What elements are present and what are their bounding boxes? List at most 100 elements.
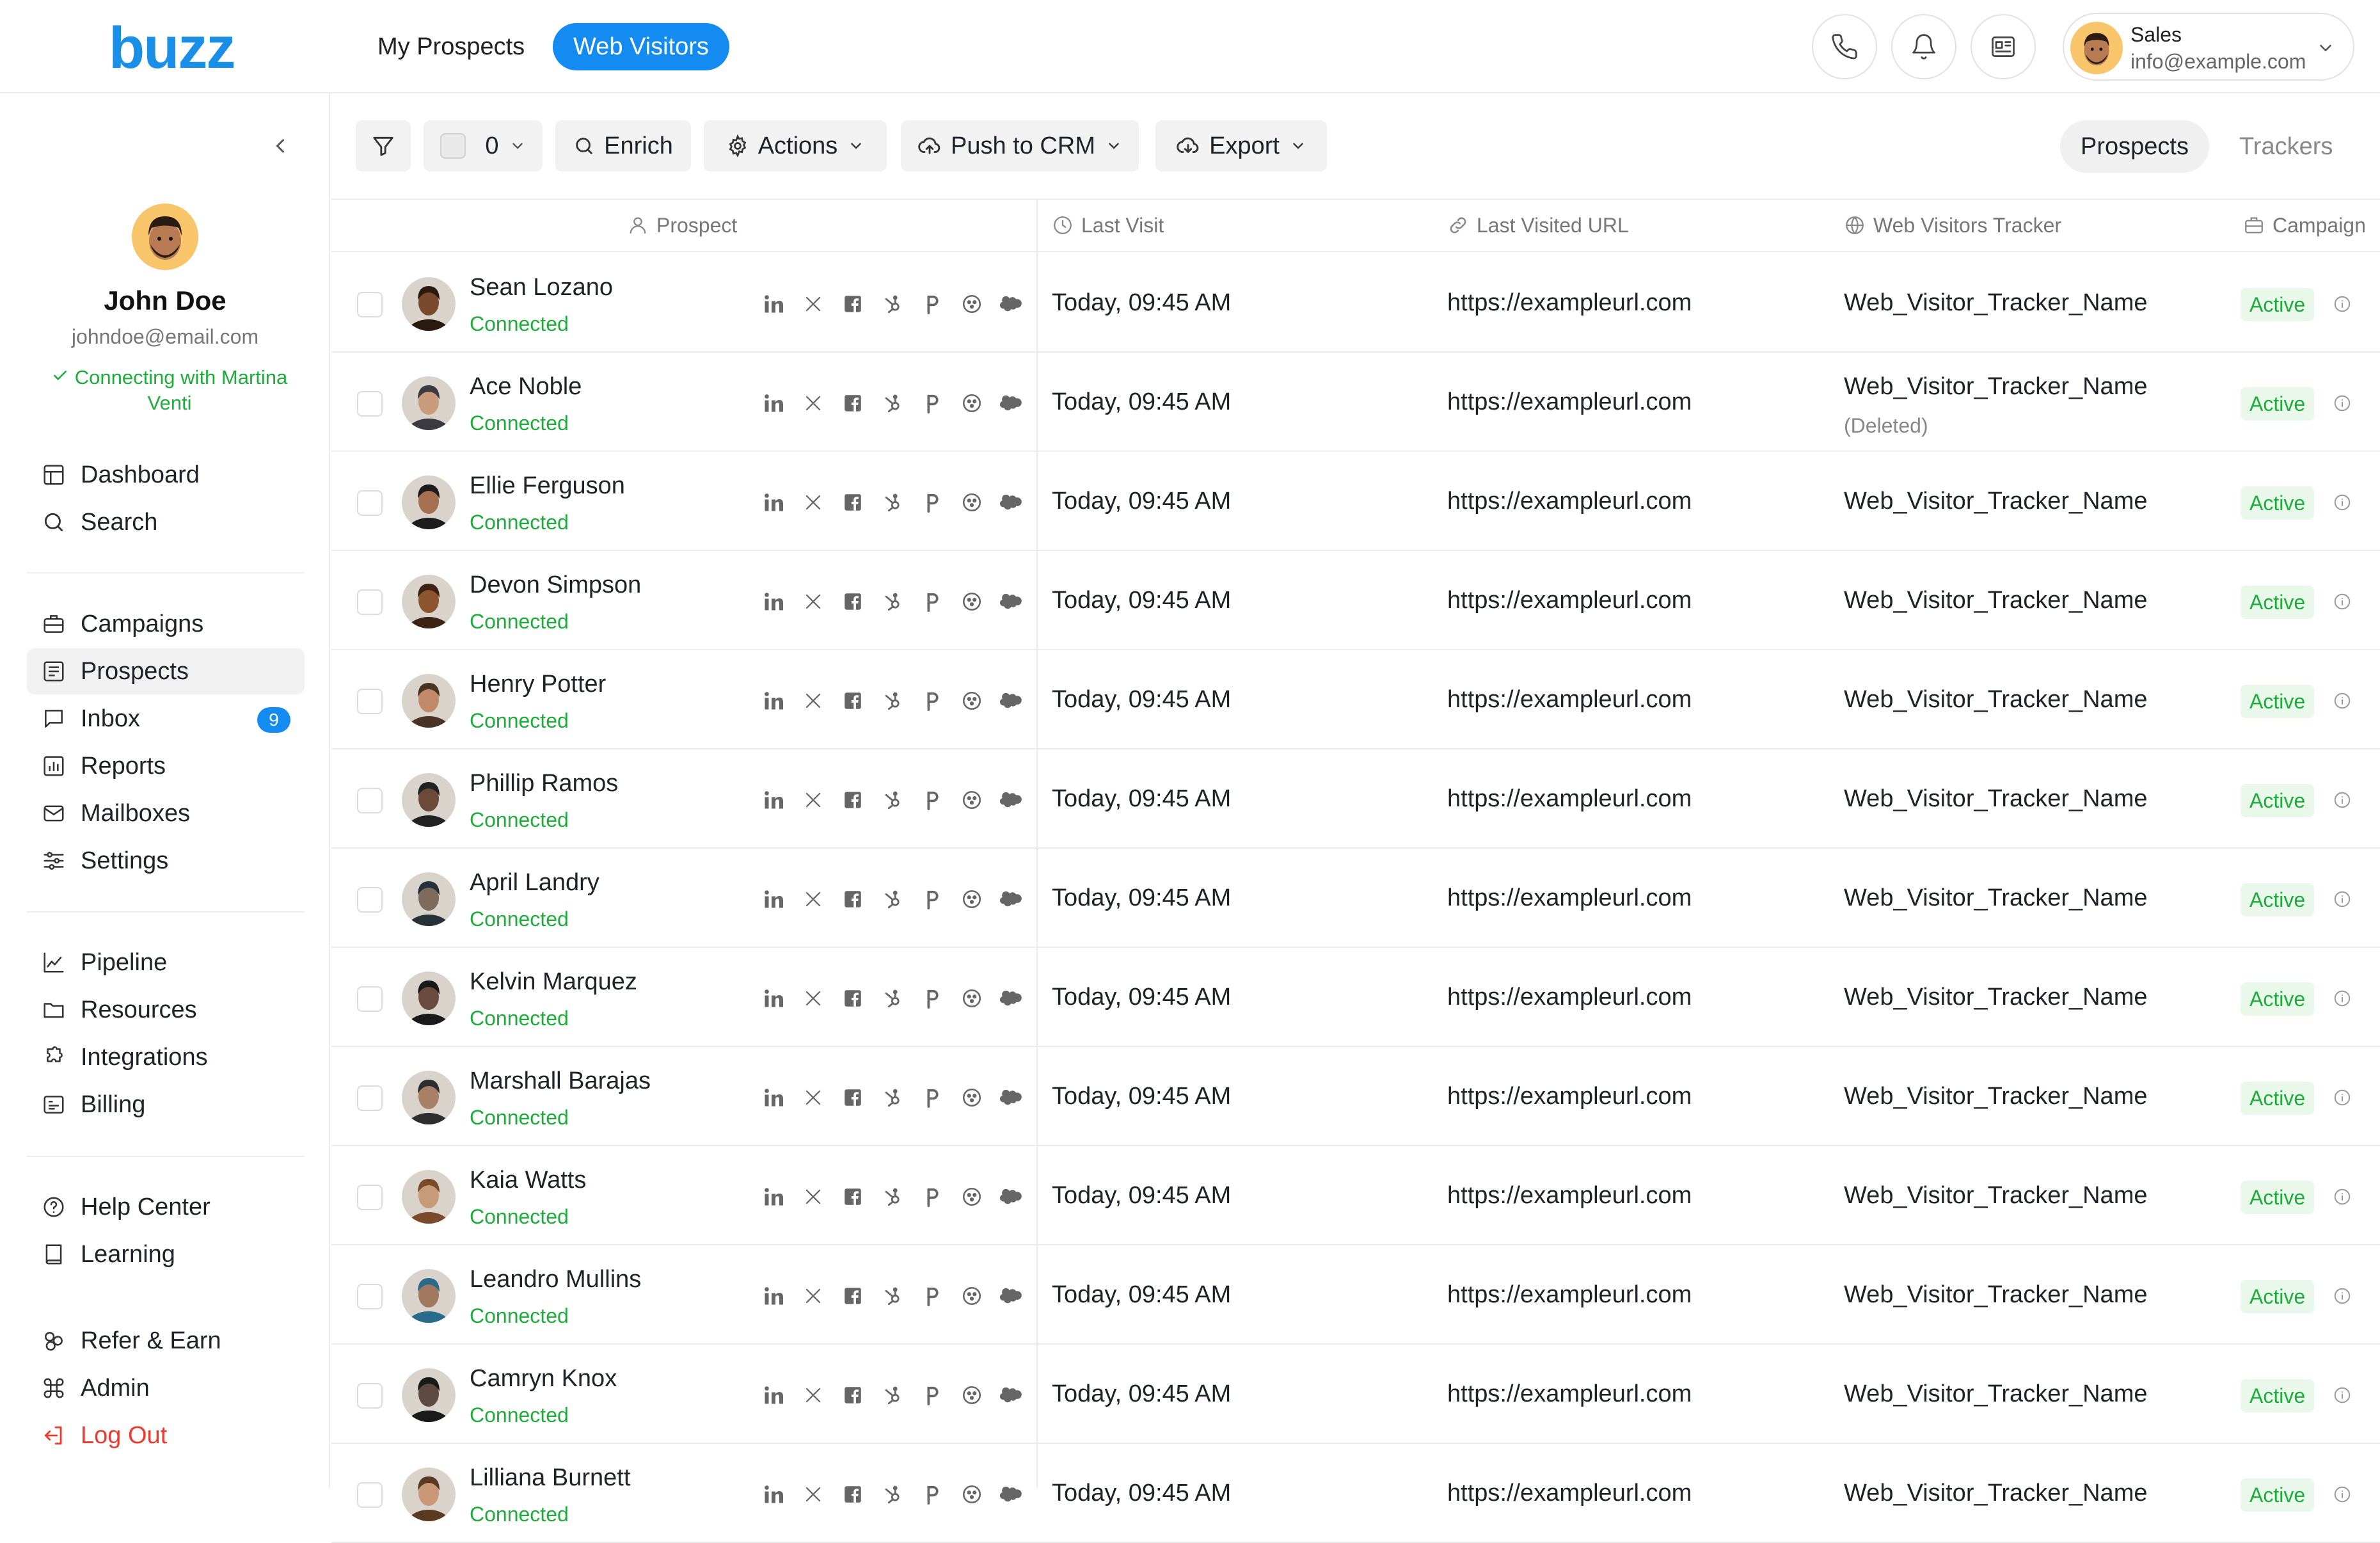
row-checkbox[interactable] [357, 1185, 383, 1210]
enrich-button[interactable]: Enrich [555, 120, 691, 172]
campaign-status-badge[interactable]: Active [2241, 1379, 2315, 1412]
sidebar-item-admin[interactable]: Admin [27, 1365, 305, 1411]
salesforce-icon[interactable] [998, 687, 1025, 714]
crm-icon[interactable] [958, 489, 985, 516]
pipedrive-icon[interactable] [919, 489, 946, 516]
pipedrive-icon[interactable] [919, 787, 946, 813]
linkedin-icon[interactable] [760, 588, 787, 615]
profile-avatar[interactable] [132, 204, 198, 270]
tracker-name[interactable]: Web_Visitor_Tracker_Name [1844, 1182, 2147, 1210]
x-icon[interactable] [800, 1283, 827, 1309]
tracker-name[interactable]: Web_Visitor_Tracker_Name [1844, 587, 2147, 614]
facebook-icon[interactable] [839, 985, 866, 1012]
linkedin-icon[interactable] [760, 687, 787, 714]
user-menu[interactable]: Sales info@example.com [2063, 13, 2354, 81]
sidebar-item-reports[interactable]: Reports [27, 743, 305, 789]
campaign-status-badge[interactable]: Active [2241, 1478, 2315, 1512]
salesforce-icon[interactable] [998, 1382, 1025, 1409]
facebook-icon[interactable] [839, 787, 866, 813]
x-icon[interactable] [800, 489, 827, 516]
sidebar-item-logout[interactable]: Log Out [27, 1412, 305, 1459]
last-visited-url[interactable]: https://exampleurl.com [1447, 785, 1692, 813]
hubspot-icon[interactable] [879, 687, 906, 714]
crm-icon[interactable] [958, 687, 985, 714]
tracker-name[interactable]: Web_Visitor_Tracker_Name [1844, 373, 2147, 401]
view-tab-trackers[interactable]: Trackers [2219, 120, 2353, 173]
tracker-name[interactable]: Web_Visitor_Tracker_Name [1844, 289, 2147, 317]
table-row[interactable]: Kaia Watts Connected Today, 09:45 AM htt… [331, 1146, 2380, 1245]
row-checkbox[interactable] [357, 1284, 383, 1309]
phone-button[interactable] [1812, 14, 1877, 79]
row-checkbox[interactable] [357, 788, 383, 813]
last-visited-url[interactable]: https://exampleurl.com [1447, 984, 1692, 1011]
crm-icon[interactable] [958, 1481, 985, 1508]
linkedin-icon[interactable] [760, 886, 787, 913]
prospect-name[interactable]: Kaia Watts [470, 1167, 586, 1194]
row-checkbox[interactable] [357, 887, 383, 913]
campaign-status-badge[interactable]: Active [2241, 288, 2315, 321]
table-row[interactable]: Devon Simpson Connected Today, 09:45 AM … [331, 551, 2380, 650]
linkedin-icon[interactable] [760, 1084, 787, 1111]
pipedrive-icon[interactable] [919, 985, 946, 1012]
salesforce-icon[interactable] [998, 1283, 1025, 1309]
last-visited-url[interactable]: https://exampleurl.com [1447, 686, 1692, 714]
column-last-visit[interactable]: Last Visit [1052, 200, 1164, 251]
pipedrive-icon[interactable] [919, 1183, 946, 1210]
crm-icon[interactable] [958, 390, 985, 417]
row-checkbox[interactable] [357, 490, 383, 516]
prospect-name[interactable]: Phillip Ramos [470, 770, 618, 797]
info-icon[interactable] [2333, 394, 2352, 413]
x-icon[interactable] [800, 787, 827, 813]
campaign-status-badge[interactable]: Active [2241, 883, 2315, 916]
pipedrive-icon[interactable] [919, 1283, 946, 1309]
info-icon[interactable] [2333, 1286, 2352, 1306]
select-dropdown[interactable]: 0 [424, 120, 543, 172]
tracker-name[interactable]: Web_Visitor_Tracker_Name [1844, 488, 2147, 515]
linkedin-icon[interactable] [760, 787, 787, 813]
prospect-name[interactable]: Henry Potter [470, 671, 606, 698]
salesforce-icon[interactable] [998, 1183, 1025, 1210]
facebook-icon[interactable] [839, 1084, 866, 1111]
table-row[interactable]: Ellie Ferguson Connected Today, 09:45 AM… [331, 452, 2380, 551]
row-checkbox[interactable] [357, 689, 383, 714]
table-row[interactable]: Camryn Knox Connected Today, 09:45 AM ht… [331, 1345, 2380, 1444]
crm-icon[interactable] [958, 1283, 985, 1309]
hubspot-icon[interactable] [879, 489, 906, 516]
facebook-icon[interactable] [839, 1481, 866, 1508]
push-to-crm-dropdown[interactable]: Push to CRM [901, 120, 1139, 172]
pipedrive-icon[interactable] [919, 291, 946, 317]
salesforce-icon[interactable] [998, 291, 1025, 317]
facebook-icon[interactable] [839, 390, 866, 417]
sidebar-item-dashboard[interactable]: Dashboard [27, 452, 305, 498]
sidebar-item-search[interactable]: Search [27, 499, 305, 545]
prospect-name[interactable]: April Landry [470, 869, 599, 897]
prospect-name[interactable]: Camryn Knox [470, 1365, 617, 1393]
salesforce-icon[interactable] [998, 1481, 1025, 1508]
campaign-status-badge[interactable]: Active [2241, 685, 2315, 718]
info-icon[interactable] [2333, 1088, 2352, 1107]
x-icon[interactable] [800, 1183, 827, 1210]
row-checkbox[interactable] [357, 986, 383, 1012]
hubspot-icon[interactable] [879, 588, 906, 615]
prospect-name[interactable]: Kelvin Marquez [470, 968, 637, 996]
campaign-status-badge[interactable]: Active [2241, 1280, 2315, 1313]
salesforce-icon[interactable] [998, 787, 1025, 813]
row-checkbox[interactable] [357, 292, 383, 317]
info-icon[interactable] [2333, 691, 2352, 710]
tracker-name[interactable]: Web_Visitor_Tracker_Name [1844, 1480, 2147, 1507]
crm-icon[interactable] [958, 985, 985, 1012]
last-visited-url[interactable]: https://exampleurl.com [1447, 1182, 1692, 1210]
last-visited-url[interactable]: https://exampleurl.com [1447, 1281, 1692, 1309]
crm-icon[interactable] [958, 291, 985, 317]
facebook-icon[interactable] [839, 489, 866, 516]
crm-icon[interactable] [958, 1183, 985, 1210]
actions-dropdown[interactable]: Actions [704, 120, 887, 172]
table-row[interactable]: April Landry Connected Today, 09:45 AM h… [331, 849, 2380, 948]
hubspot-icon[interactable] [879, 787, 906, 813]
sidebar-item-mailboxes[interactable]: Mailboxes [27, 790, 305, 836]
x-icon[interactable] [800, 985, 827, 1012]
salesforce-icon[interactable] [998, 588, 1025, 615]
linkedin-icon[interactable] [760, 1481, 787, 1508]
sidebar-item-billing[interactable]: Billing [27, 1082, 305, 1128]
pipedrive-icon[interactable] [919, 588, 946, 615]
